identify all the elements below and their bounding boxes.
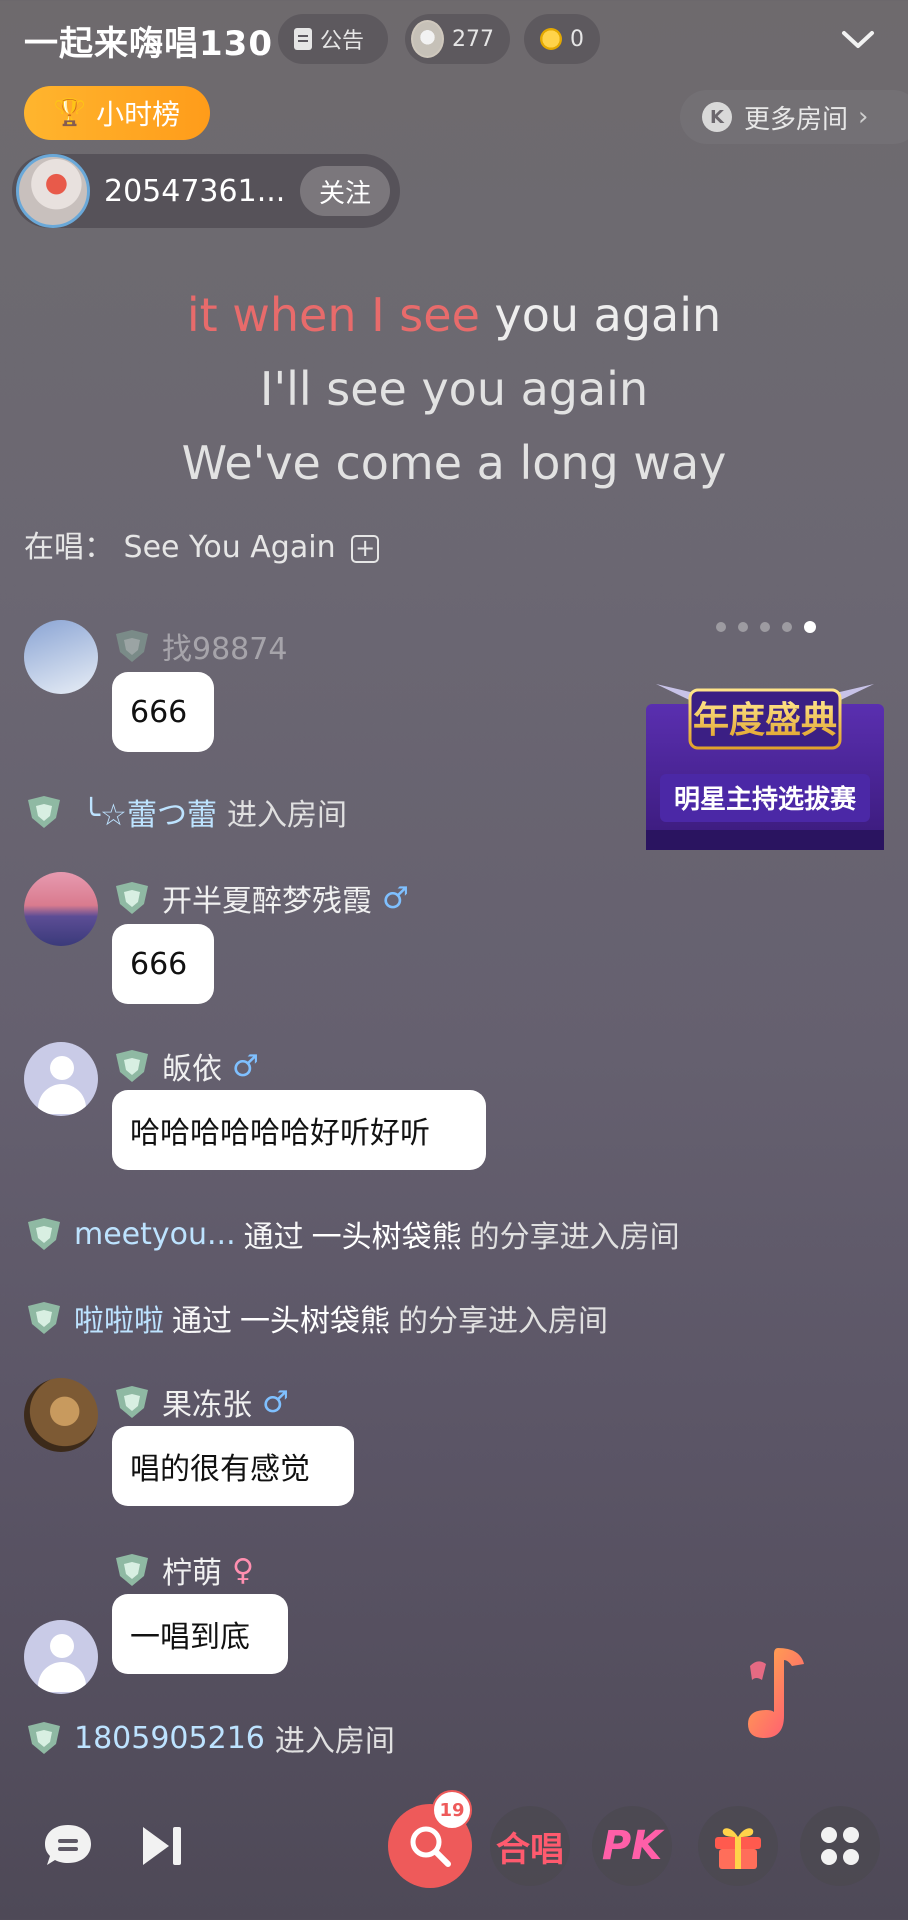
follow-button[interactable]: 关注 [300, 166, 390, 216]
pk-label: PK [601, 1823, 663, 1869]
chat-bubble: 666 [112, 924, 214, 1004]
chat-username: 找98874 [112, 624, 287, 668]
join-username[interactable]: 啦啦啦 [74, 1296, 164, 1340]
more-menu-button[interactable] [800, 1806, 880, 1886]
event-banner-art: 年度盛典 明星主持选拔赛 [646, 684, 884, 850]
pagination-dot [716, 622, 726, 632]
chat-bubble: 唱的很有感觉 [112, 1426, 354, 1506]
chat-avatar[interactable] [24, 1042, 98, 1116]
chat-avatar[interactable] [24, 1620, 98, 1694]
chat-avatar[interactable] [24, 1378, 98, 1452]
pagination-dot-active [804, 621, 816, 633]
lyric-unsung-part: you again [494, 288, 722, 342]
pagination-dot [782, 622, 792, 632]
join-username[interactable]: 1805905216 [74, 1721, 265, 1756]
host-info[interactable]: 20547361... 关注 [12, 154, 400, 228]
level-badge-icon [28, 1302, 60, 1334]
chat-username: 果冻张 ♂ [112, 1380, 289, 1424]
lyric-sung-part: it when I see [186, 288, 480, 342]
join-suffix: 进入房间 [226, 798, 347, 833]
notice-label: 公告 [320, 29, 365, 54]
female-gender-icon: ♀ [232, 1552, 254, 1588]
pagination-dot [760, 622, 770, 632]
hourly-rank-label: 小时榜 [96, 98, 181, 131]
chat-avatar[interactable] [24, 620, 98, 694]
male-gender-icon: ♂ [232, 1048, 259, 1084]
join-username[interactable]: ╰☆蕾つ蕾 [82, 790, 217, 834]
system-join-message: ╰☆蕾つ蕾 进入房间 [24, 790, 347, 834]
music-note-icon[interactable] [744, 1640, 820, 1744]
banner-title: 年度盛典 [693, 700, 837, 741]
skip-next-icon [143, 1827, 181, 1865]
chorus-label: 合唱 [496, 1829, 564, 1870]
audience-count: 277 [452, 26, 494, 52]
now-playing-song: See You Again [123, 530, 336, 565]
chat-bubble: 哈哈哈哈哈哈好听好听 [112, 1090, 486, 1170]
sharer-username[interactable]: 一头树袋熊 [312, 1212, 462, 1256]
chat-bubble: 666 [112, 672, 214, 752]
level-badge-icon [116, 1386, 148, 1418]
lyric-next-line: I'll see you again [259, 362, 649, 416]
more-rooms-button[interactable]: K 更多房间 › [680, 90, 908, 144]
pk-button[interactable]: PK [592, 1806, 672, 1886]
sharer-username[interactable]: 一头树袋熊 [240, 1296, 390, 1340]
lyric-following-line: We've come a long way [181, 436, 727, 490]
now-playing[interactable]: 在唱： See You Again + [24, 522, 380, 566]
notice-icon [294, 28, 312, 50]
chat-username: 皈依 ♂ [112, 1044, 259, 1088]
collapse-chevron-down-icon[interactable] [838, 20, 878, 60]
notice-button[interactable]: 公告 [278, 14, 388, 64]
coin-button[interactable]: 0 [524, 14, 600, 64]
male-gender-icon: ♂ [382, 880, 409, 916]
level-badge-icon [28, 796, 60, 828]
via-label: 通过 [243, 1220, 304, 1255]
coin-icon [540, 28, 562, 50]
level-badge-icon [28, 1218, 60, 1250]
grid-menu-icon [821, 1827, 859, 1865]
share-suffix: 的分享进入房间 [469, 1220, 680, 1255]
trophy-icon: 🏆 [53, 98, 87, 128]
chevron-right-icon: › [858, 102, 869, 132]
room-title: 一起来嗨唱130 [24, 24, 273, 64]
host-avatar[interactable] [16, 154, 90, 228]
chat-bubble-icon [45, 1825, 91, 1865]
chat-username: 柠萌 ♀ [112, 1548, 254, 1592]
chat-avatar[interactable] [24, 872, 98, 946]
banner-subtitle: 明星主持选拔赛 [674, 784, 857, 815]
level-badge-icon [116, 882, 148, 914]
comment-button[interactable] [28, 1806, 108, 1886]
male-gender-icon: ♂ [262, 1384, 289, 1420]
lyric-current-line: it when I see you again [0, 288, 908, 342]
share-suffix: 的分享进入房间 [398, 1304, 608, 1339]
chat-username: 开半夏醉梦残霞 ♂ [112, 876, 409, 920]
add-song-icon[interactable]: + [351, 534, 380, 563]
join-username[interactable]: meetyou... [74, 1217, 236, 1252]
gift-icon [715, 1828, 761, 1869]
now-playing-prefix: 在唱： [24, 530, 114, 565]
k-logo-icon: K [702, 102, 732, 132]
skip-song-button[interactable] [122, 1806, 202, 1886]
gift-button[interactable] [698, 1806, 778, 1886]
banner-pagination [716, 621, 816, 633]
audience-button[interactable]: 277 [405, 14, 510, 64]
system-share-join-message: meetyou... 通过 一头树袋熊 的分享进入房间 [24, 1212, 680, 1256]
chorus-button[interactable]: 合唱 [490, 1806, 570, 1886]
join-suffix: 进入房间 [274, 1724, 395, 1759]
pagination-dot [738, 622, 748, 632]
system-share-join-message: 啦啦啦 通过 一头树袋熊 的分享进入房间 [24, 1296, 608, 1340]
level-badge-icon [116, 1554, 148, 1586]
system-join-message: 1805905216 进入房间 [24, 1716, 395, 1760]
via-label: 通过 [172, 1304, 232, 1339]
level-badge-icon [116, 630, 148, 662]
coin-count: 0 [570, 26, 584, 52]
hourly-rank-button[interactable]: 🏆 小时榜 [24, 86, 210, 140]
more-rooms-label: 更多房间 [744, 104, 849, 135]
queue-count-badge: 19 [432, 1790, 472, 1830]
audience-avatar-icon [411, 20, 444, 58]
level-badge-icon [28, 1722, 60, 1754]
chat-bubble: 一唱到底 [112, 1594, 288, 1674]
level-badge-icon [116, 1050, 148, 1082]
event-banner[interactable]: 年度盛典 明星主持选拔赛 [646, 664, 884, 850]
host-name: 20547361... [104, 173, 286, 209]
